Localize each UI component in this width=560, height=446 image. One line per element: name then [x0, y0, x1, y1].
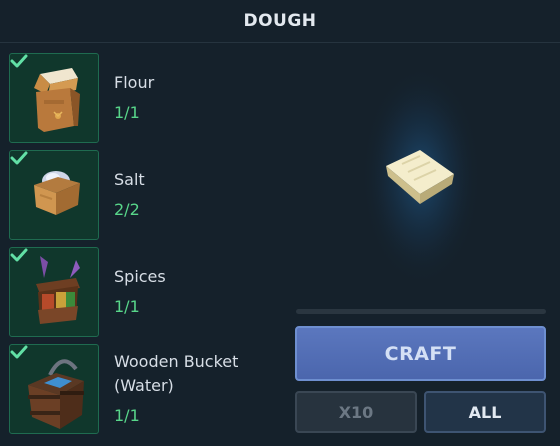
output-preview — [296, 50, 546, 300]
ingredient-name: Wooden Bucket (Water) — [114, 352, 239, 395]
dough-icon — [361, 66, 481, 286]
ingredient-count: 1/1 — [114, 406, 140, 425]
recipe-title: DOUGH — [243, 11, 317, 31]
craft-x10-button[interactable]: X10 — [295, 391, 417, 433]
ingredient-name: Salt — [114, 170, 145, 189]
checkmark-icon — [10, 248, 28, 262]
checkmark-icon — [10, 345, 28, 359]
ingredient-name: Spices — [114, 267, 166, 286]
checkmark-icon — [10, 54, 28, 68]
ingredient-flour[interactable]: Flour 1/1 — [9, 53, 309, 145]
craft-button[interactable]: CRAFT — [295, 326, 546, 381]
progress-track — [296, 309, 546, 314]
ingredient-count: 2/2 — [114, 200, 140, 219]
craft-all-button[interactable]: ALL — [424, 391, 546, 433]
ingredient-salt[interactable]: Salt 2/2 — [9, 150, 309, 242]
header: DOUGH — [0, 0, 560, 43]
ingredient-slot[interactable] — [9, 247, 99, 337]
ingredient-slot[interactable] — [9, 150, 99, 240]
ingredient-spices[interactable]: Spices 1/1 — [9, 247, 309, 339]
ingredient-count: 1/1 — [114, 103, 140, 122]
ingredient-slot[interactable] — [9, 53, 99, 143]
ingredient-wooden-bucket-water[interactable]: Wooden Bucket (Water) 1/1 — [9, 344, 309, 436]
ingredient-count: 1/1 — [114, 297, 140, 316]
ingredient-slot[interactable] — [9, 344, 99, 434]
ingredient-name: Flour — [114, 73, 155, 92]
checkmark-icon — [10, 151, 28, 165]
